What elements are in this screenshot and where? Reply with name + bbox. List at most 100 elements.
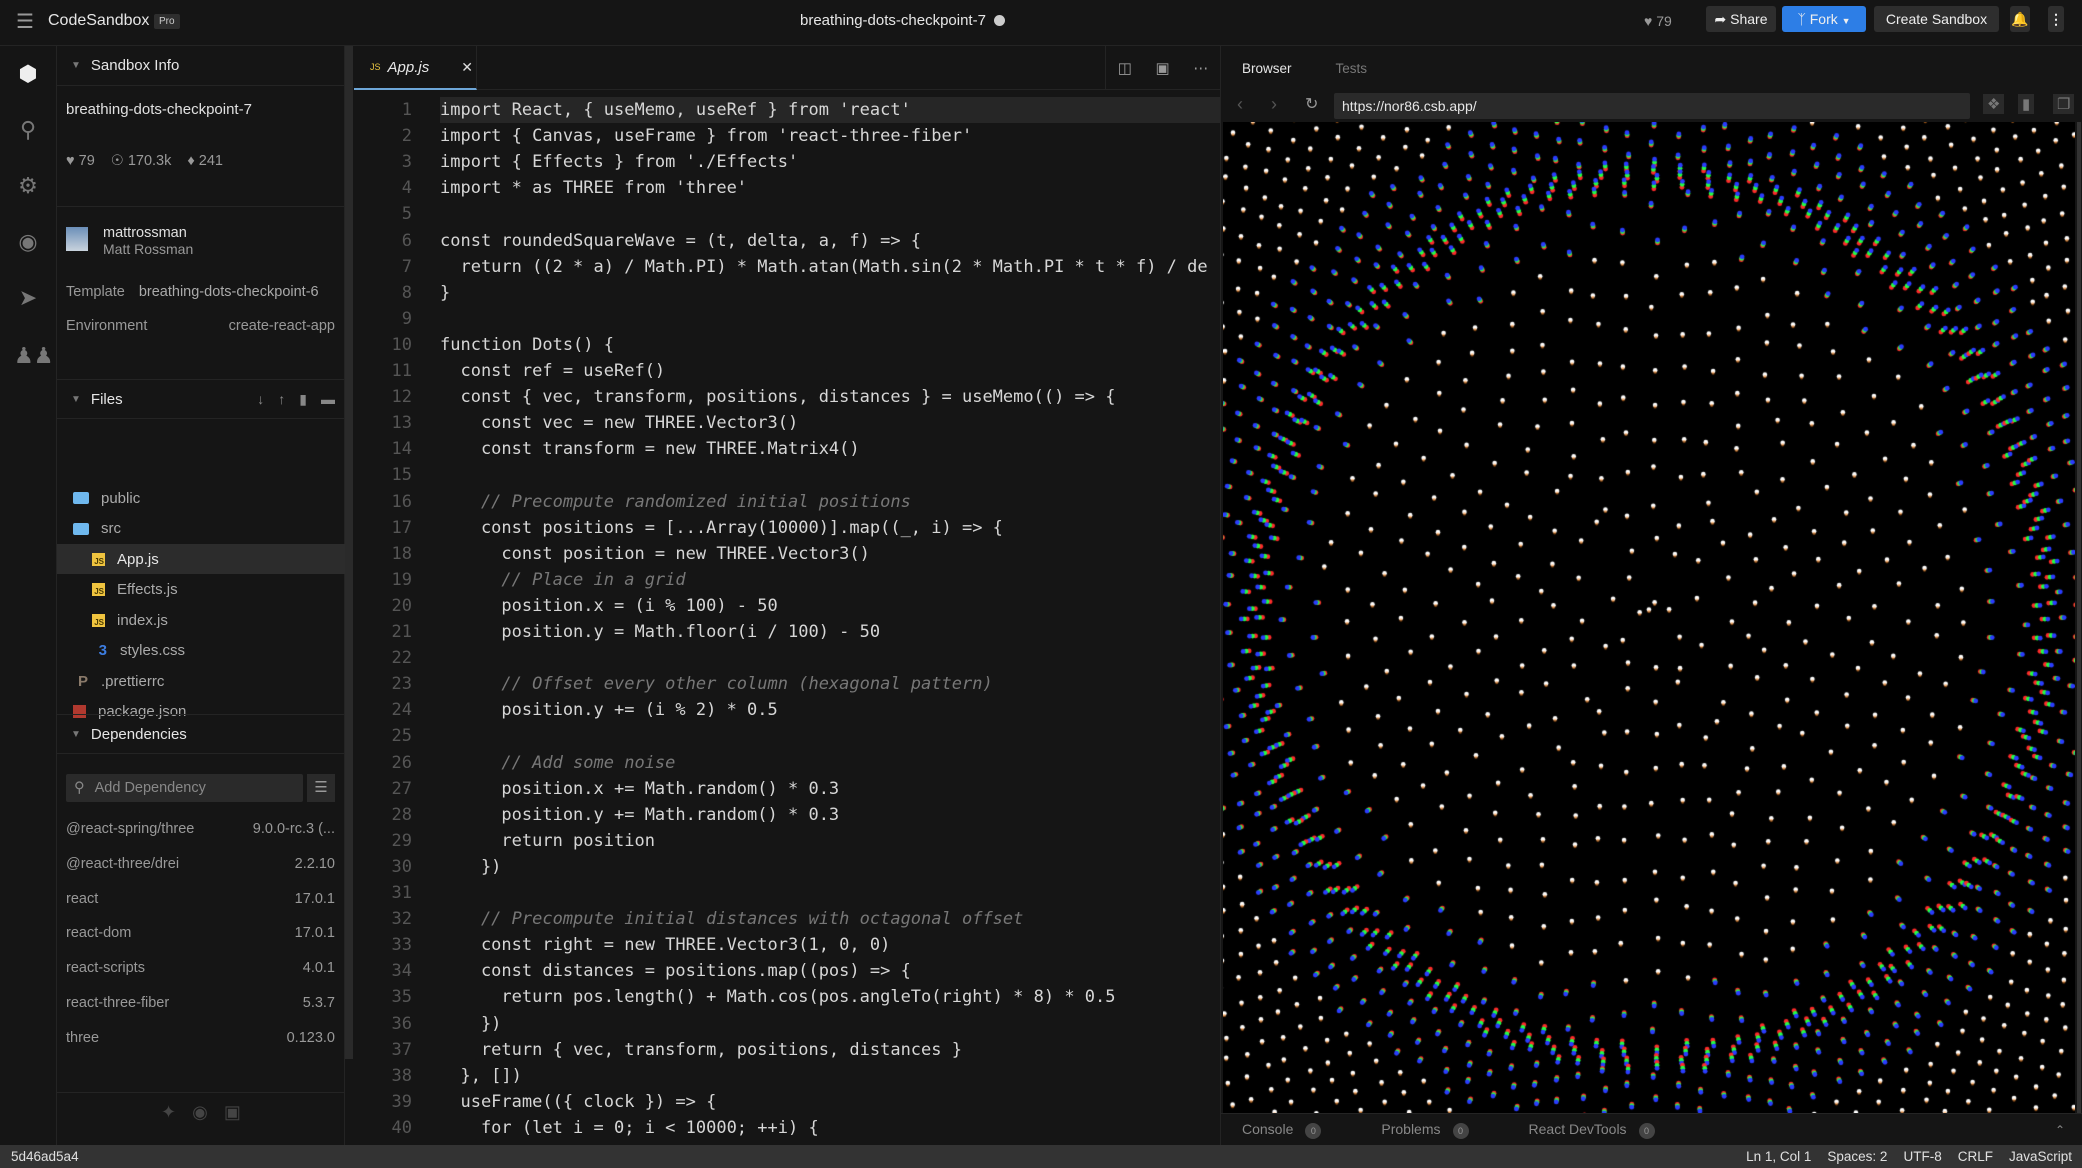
file-item[interactable]: 3 styles.css [57, 636, 345, 666]
share-button[interactable]: ➦ Share [1706, 6, 1776, 32]
dependency-item[interactable]: react-dom 17.0.1 [66, 925, 335, 941]
dependency-item[interactable]: three 0.123.0 [66, 1030, 335, 1046]
line-ending[interactable]: CRLF [1958, 1145, 1993, 1168]
notifications-bell-icon[interactable]: 🔔 [2010, 6, 2030, 32]
language-mode[interactable]: JavaScript [2009, 1145, 2072, 1168]
tab-react-devtools[interactable]: React DevTools 0 [1529, 1121, 1655, 1139]
search-icon[interactable]: ⚲ [14, 116, 42, 144]
code-line[interactable]: 23 // Offset every other column (hexagon… [354, 671, 1220, 697]
reload-icon[interactable]: ↻ [1305, 94, 1318, 114]
discord-icon[interactable]: ▣ [224, 1102, 241, 1123]
code-line[interactable]: 7 return ((2 * a) / Math.PI) * Math.atan… [354, 254, 1220, 280]
like-counter[interactable]: ♥ 79 [1644, 13, 1672, 29]
code-line[interactable]: 22 [354, 645, 1220, 671]
code-line[interactable]: 40 for (let i = 0; i < 10000; ++i) { [354, 1115, 1220, 1141]
close-icon[interactable]: ✕ [461, 59, 473, 76]
encoding[interactable]: UTF-8 [1903, 1145, 1941, 1168]
code-line[interactable]: 13 const vec = new THREE.Vector3() [354, 410, 1220, 436]
more-menu-icon[interactable]: ⋮ [2048, 6, 2064, 32]
cursor-position[interactable]: Ln 1, Col 1 [1746, 1145, 1811, 1168]
code-line[interactable]: 37 return { vec, transform, positions, d… [354, 1037, 1220, 1063]
code-line[interactable]: 24 position.y += (i % 2) * 0.5 [354, 697, 1220, 723]
breathing-dots-canvas[interactable] [1223, 122, 2075, 1113]
indentation[interactable]: Spaces: 2 [1827, 1145, 1887, 1168]
tab-tests[interactable]: Tests [1336, 61, 1368, 76]
upload-icon[interactable]: ↑ [278, 391, 285, 408]
more-icon[interactable]: ⋯ [1193, 59, 1208, 77]
url-input[interactable]: https://nor86.csb.app/ [1334, 93, 1970, 119]
chevron-up-icon[interactable]: ⌃ [2055, 1123, 2065, 1137]
code-line[interactable]: 27 position.x += Math.random() * 0.3 [354, 776, 1220, 802]
username[interactable]: mattrossman [103, 225, 187, 241]
tab-problems[interactable]: Problems 0 [1381, 1121, 1469, 1139]
code-line[interactable]: 35 return pos.length() + Math.cos(pos.an… [354, 984, 1220, 1010]
fork-button[interactable]: ᛉ Fork ▼ [1782, 6, 1866, 32]
code-line[interactable]: 8} [354, 280, 1220, 306]
dependency-item[interactable]: react-three-fiber 5.3.7 [66, 995, 335, 1011]
code-line[interactable]: 25 [354, 723, 1220, 749]
tab-browser[interactable]: Browser [1242, 61, 1292, 76]
code-line[interactable]: 36 }) [354, 1011, 1220, 1037]
code-line[interactable]: 19 // Place in a grid [354, 567, 1220, 593]
tab-console[interactable]: Console 0 [1242, 1121, 1322, 1139]
copy-icon[interactable]: ❐ [2053, 94, 2075, 114]
file-item[interactable]: src [57, 514, 345, 544]
preview-scrollbar[interactable] [2077, 122, 2081, 1113]
dependency-item[interactable]: react-scripts 4.0.1 [66, 960, 335, 976]
cube-icon[interactable]: ⬢ [14, 60, 42, 88]
code-line[interactable]: 14 const transform = new THREE.Matrix4() [354, 436, 1220, 462]
preview-icon[interactable]: ▣ [1155, 59, 1169, 77]
code-area[interactable]: 1 import React, { useMemo, useRef } from … [354, 97, 1220, 1145]
code-line[interactable]: 4 import * as THREE from 'three' [354, 175, 1220, 201]
github-icon[interactable]: ◉ [14, 228, 42, 256]
code-line[interactable]: 34 const distances = positions.map((pos)… [354, 958, 1220, 984]
add-dependency-input[interactable]: ⚲ Add Dependency [66, 774, 303, 802]
split-view-icon[interactable]: ◫ [1118, 59, 1132, 77]
code-line[interactable]: 21 position.y = Math.floor(i / 100) - 50 [354, 619, 1220, 645]
code-line[interactable]: 12 const { vec, transform, positions, di… [354, 384, 1220, 410]
brand-name[interactable]: CodeSandbox [48, 12, 149, 30]
code-line[interactable]: 2 import { Canvas, useFrame } from 'react… [354, 123, 1220, 149]
code-line[interactable]: 10 function Dots() { [354, 332, 1220, 358]
code-line[interactable]: 39 useFrame(({ clock }) => { [354, 1089, 1220, 1115]
devtools-icon[interactable]: ❖ [1983, 94, 2005, 114]
code-line[interactable]: 15 [354, 462, 1220, 488]
code-line[interactable]: 1 import React, { useMemo, useRef } from … [354, 97, 1220, 123]
template-value[interactable]: breathing-dots-checkpoint-6 [139, 284, 319, 300]
dependency-list-menu-icon[interactable]: ☰ [307, 774, 335, 802]
code-line[interactable]: 26 // Add some noise [354, 750, 1220, 776]
sandbox-title[interactable]: breathing-dots-checkpoint-7 [800, 12, 986, 29]
new-file-icon[interactable]: ▮ [299, 391, 307, 408]
code-line[interactable]: 32 // Precompute initial distances with … [354, 906, 1220, 932]
dependency-item[interactable]: @react-three/drei 2.2.10 [66, 856, 335, 872]
code-line[interactable]: 30 }) [354, 854, 1220, 880]
code-line[interactable]: 28 position.y += Math.random() * 0.3 [354, 802, 1220, 828]
dependency-item[interactable]: @react-spring/three 9.0.0-rc.3 (... [66, 821, 335, 837]
code-line[interactable]: 5 [354, 201, 1220, 227]
dependencies-header[interactable]: ▼ Dependencies [57, 714, 345, 754]
forward-icon[interactable]: › [1271, 94, 1277, 115]
file-item[interactable]: P .prettierrc [57, 666, 345, 696]
twitter-icon[interactable]: ✦ [161, 1102, 176, 1123]
create-sandbox-button[interactable]: Create Sandbox [1874, 6, 1999, 32]
gear-icon[interactable]: ⚙ [14, 172, 42, 200]
sidebar-scrollbar[interactable] [345, 46, 353, 1059]
tab-app-js[interactable]: JS App.js ✕ [354, 46, 477, 90]
code-line[interactable]: 38 }, []) [354, 1063, 1220, 1089]
code-line[interactable]: 29 return position [354, 828, 1220, 854]
dependency-item[interactable]: react 17.0.1 [66, 891, 335, 907]
code-line[interactable]: 9 [354, 306, 1220, 332]
file-item[interactable]: JS App.js [57, 544, 345, 574]
code-line[interactable]: 16 // Precompute randomized initial posi… [354, 489, 1220, 515]
back-icon[interactable]: ‹ [1237, 94, 1243, 115]
file-item[interactable]: public [57, 483, 345, 513]
rocket-icon[interactable]: ➤ [14, 284, 42, 312]
download-icon[interactable]: ↓ [257, 391, 264, 408]
sandbox-name[interactable]: breathing-dots-checkpoint-7 [66, 101, 252, 118]
new-folder-icon[interactable]: ▬ [321, 391, 335, 408]
code-line[interactable]: 6 const roundedSquareWave = (t, delta, a,… [354, 228, 1220, 254]
code-line[interactable]: 17 const positions = [...Array(10000)].m… [354, 515, 1220, 541]
file-item[interactable]: JS Effects.js [57, 575, 345, 605]
avatar[interactable] [66, 227, 88, 251]
users-icon[interactable]: ♟♟ [14, 342, 53, 370]
